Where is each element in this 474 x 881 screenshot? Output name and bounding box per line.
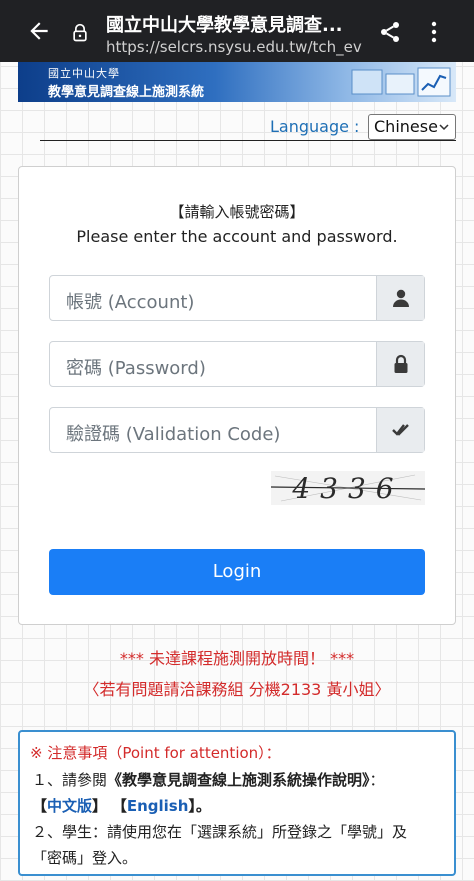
divider	[40, 140, 456, 141]
attention-item-1: １、請參閱《教學意見調查線上施測系統操作說明》：	[32, 769, 385, 790]
attention-title: ※ 注意事項（Point for attention）：	[30, 744, 281, 762]
attention-box: ※ 注意事項（Point for attention）： １、請參閱《教學意見調…	[18, 730, 456, 876]
login-button[interactable]: Login	[49, 549, 425, 595]
attention-links: 【中文版】 【English】。	[32, 797, 211, 815]
manual-link-zh[interactable]: 中文版	[47, 797, 92, 815]
browser-toolbar: 國立中山大學教學意見調查... https://selcrs.nsysu.edu…	[0, 0, 474, 62]
notice-not-open: *** 未達課程施測開放時間！ ***	[119, 649, 355, 668]
chevron-down-icon	[439, 124, 449, 131]
language-label: Language :	[270, 117, 360, 136]
banner-university: 國立中山大學	[48, 67, 120, 80]
captcha-addon	[376, 408, 424, 452]
item1-prefix: １、請參閱	[32, 771, 108, 789]
language-selected-value: Chinese	[374, 117, 438, 136]
url-bar[interactable]: https://selcrs.nsysu.edu.tw/tch_eva	[106, 38, 362, 56]
lock-icon	[394, 354, 408, 373]
password-placeholder: 密碼 (Password)	[66, 358, 206, 379]
user-icon	[393, 289, 409, 307]
share-icon[interactable]	[378, 20, 402, 44]
login-heading-en: Please enter the account and password.	[76, 227, 398, 246]
password-input[interactable]: 密碼 (Password)	[49, 341, 425, 387]
double-check-icon	[392, 424, 409, 436]
more-vert-icon[interactable]	[428, 20, 440, 44]
login-heading-zh: 【請輸入帳號密碼】	[169, 203, 305, 221]
captcha-input[interactable]: 驗證碼 (Validation Code)	[49, 407, 425, 453]
back-arrow-icon[interactable]	[26, 18, 52, 44]
site-banner: 國立中山大學 教學意見調查線上施測系統	[18, 62, 456, 102]
language-select[interactable]: Chinese	[368, 114, 456, 140]
banner-system-name: 教學意見調查線上施測系統	[48, 85, 205, 100]
account-input[interactable]: 帳號 (Account)	[49, 275, 425, 321]
captcha-placeholder: 驗證碼 (Validation Code)	[66, 424, 281, 445]
manual-link-en[interactable]: English	[127, 797, 189, 815]
page-title[interactable]: 國立中山大學教學意見調查...	[106, 11, 356, 37]
item1-doc-title: 《教學意見調查線上施測系統操作說明》	[107, 771, 370, 789]
captcha-image: 4336	[271, 471, 425, 505]
login-card: 【請輸入帳號密碼】 Please enter the account and p…	[18, 166, 456, 625]
lock-icon[interactable]	[70, 22, 90, 44]
attention-item-2-line1: ２、學生：請使用您在「選課系統」所登錄之「學號」及	[32, 823, 408, 841]
password-addon	[376, 342, 424, 386]
attention-item-2-line2: 「密碼」登入。	[32, 849, 138, 867]
account-placeholder: 帳號 (Account)	[66, 292, 195, 313]
account-addon	[376, 276, 424, 320]
item1-suffix: ：	[369, 771, 385, 789]
notice-contact: 〈若有問題請洽課務組 分機2133 黃小姐〉	[83, 680, 391, 699]
banner-decoration-icon	[351, 67, 451, 97]
